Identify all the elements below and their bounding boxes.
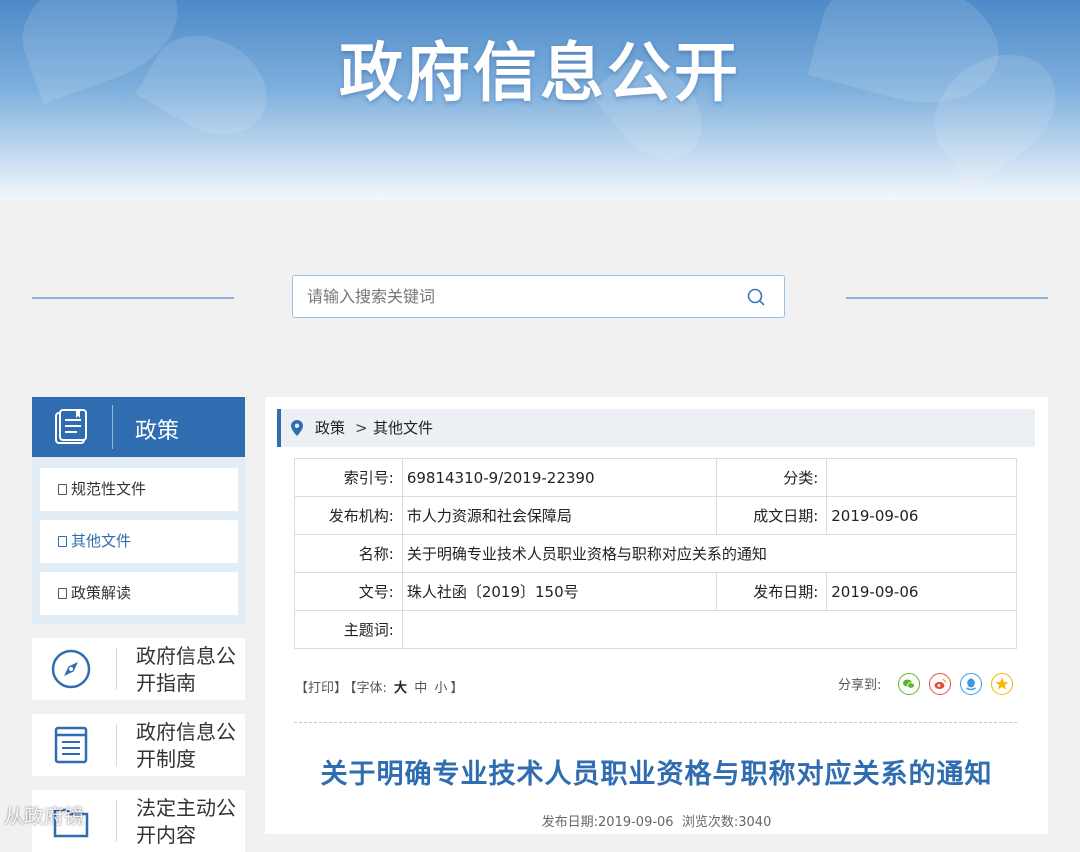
book-icon: [55, 409, 87, 444]
search-divider-right: [846, 297, 1048, 299]
name-value: 关于明确专业技术人员职业资格与职称对应关系的通知: [401, 534, 1018, 573]
list-document-icon: [54, 726, 88, 764]
breadcrumb: 政策 > 其他文件: [277, 409, 1035, 447]
sidebar-header-label: 政策: [135, 419, 180, 444]
card-divider: [116, 648, 117, 690]
article-title: 关于明确专业技术人员职业资格与职称对应关系的通知: [320, 759, 993, 790]
category-label: 分类:: [716, 458, 828, 497]
card-label: 法定主动公开内容: [136, 796, 236, 847]
table-row: 索引号: 69814310-9/2019-22390 分类:: [294, 458, 1017, 497]
watermark: 从政府镜: [4, 804, 84, 828]
page-title: 政府信息公开: [339, 37, 741, 111]
breadcrumb-link-policy[interactable]: 政策: [315, 409, 345, 447]
created-date-value: 2019-09-06: [826, 496, 1017, 535]
location-pin-icon: [291, 420, 303, 436]
print-link[interactable]: 【打印】: [295, 681, 347, 696]
search-divider-left: [32, 297, 234, 299]
card-divider: [116, 800, 117, 842]
doc-number-value: 珠人社函〔2019〕150号: [401, 572, 718, 611]
weibo-icon[interactable]: [929, 673, 951, 695]
created-date-label: 成文日期:: [716, 496, 828, 535]
document-icon: [58, 588, 67, 599]
published-date-value: 2019-09-06: [826, 572, 1017, 611]
sidebar-submenu: 规范性文件 其他文件 政策解读: [32, 457, 245, 624]
table-row: 发布机构: 市人力资源和社会保障局 成文日期: 2019-09-06: [294, 496, 1017, 535]
divider: [294, 722, 1017, 723]
sidebar-card-disclosure-system[interactable]: 政府信息公开制度: [32, 714, 245, 776]
card-label: 政府信息公开制度: [136, 720, 236, 771]
wechat-icon[interactable]: [898, 673, 920, 695]
qq-icon[interactable]: [960, 673, 982, 695]
chevron-right-icon: >: [355, 419, 368, 437]
doc-number-label: 文号:: [294, 572, 403, 611]
sidebar-card-disclosure-guide[interactable]: 政府信息公开指南: [32, 638, 245, 700]
share-label: 分享到:: [838, 678, 882, 693]
article-tools: 【打印】 【字体: 大 中 小】: [295, 677, 466, 696]
qzone-icon[interactable]: [991, 673, 1013, 695]
document-metadata-table: 索引号: 69814310-9/2019-22390 分类: 发布机构: 市人力…: [294, 458, 1018, 649]
breadcrumb-current[interactable]: 其他文件: [373, 409, 433, 447]
published-date-label: 发布日期:: [716, 572, 828, 611]
search-box: [292, 275, 785, 318]
sidebar-item-label: 其他文件: [71, 532, 132, 550]
font-size-close: 】: [450, 681, 464, 696]
header-banner: 政府信息公开: [0, 0, 1080, 200]
table-row: 主题词:: [294, 610, 1018, 649]
name-label: 名称:: [294, 534, 403, 573]
keywords-value: [401, 610, 1018, 649]
sidebar-header[interactable]: 政策: [32, 397, 245, 457]
publisher-label: 发布机构:: [294, 496, 403, 535]
share-bar: 分享到:: [838, 673, 1013, 699]
keywords-label: 主题词:: [294, 610, 403, 649]
sidebar-item-policy-interpretation[interactable]: 政策解读: [40, 572, 238, 615]
article-views-label: 浏览次数:: [681, 815, 739, 830]
sidebar-item-label: 规范性文件: [71, 480, 147, 498]
font-size-label: 【字体:: [350, 681, 387, 696]
compass-icon: [51, 649, 91, 689]
sidebar-item-other-docs[interactable]: 其他文件: [40, 520, 238, 563]
search-input[interactable]: [293, 276, 733, 317]
article-views: 3040: [738, 815, 772, 830]
card-label: 政府信息公开指南: [136, 644, 236, 695]
font-size-large[interactable]: 大: [394, 681, 407, 696]
index-label: 索引号:: [294, 458, 403, 497]
font-size-small[interactable]: 小: [434, 681, 447, 696]
category-value: [826, 458, 1017, 497]
document-icon: [58, 484, 67, 495]
search-icon[interactable]: [746, 287, 766, 307]
document-icon: [58, 536, 67, 547]
card-divider: [116, 724, 117, 766]
table-row: 名称: 关于明确专业技术人员职业资格与职称对应关系的通知: [294, 534, 1018, 573]
article-date: 2019-09-06: [598, 815, 674, 830]
main-content: 政策 > 其他文件 索引号: 69814310-9/2019-22390 分类:…: [265, 397, 1048, 834]
sidebar-header-divider: [112, 405, 113, 449]
publisher-value: 市人力资源和社会保障局: [401, 496, 718, 535]
article-meta: 发布日期:2019-09-06 浏览次数:3040: [265, 811, 1048, 830]
index-value: 69814310-9/2019-22390: [401, 458, 718, 497]
table-row: 文号: 珠人社函〔2019〕150号 发布日期: 2019-09-06: [294, 572, 1017, 611]
article-date-label: 发布日期:: [541, 815, 599, 830]
sidebar-item-label: 政策解读: [71, 584, 132, 602]
font-size-medium[interactable]: 中: [414, 681, 427, 696]
sidebar-item-normative-docs[interactable]: 规范性文件: [40, 468, 238, 511]
